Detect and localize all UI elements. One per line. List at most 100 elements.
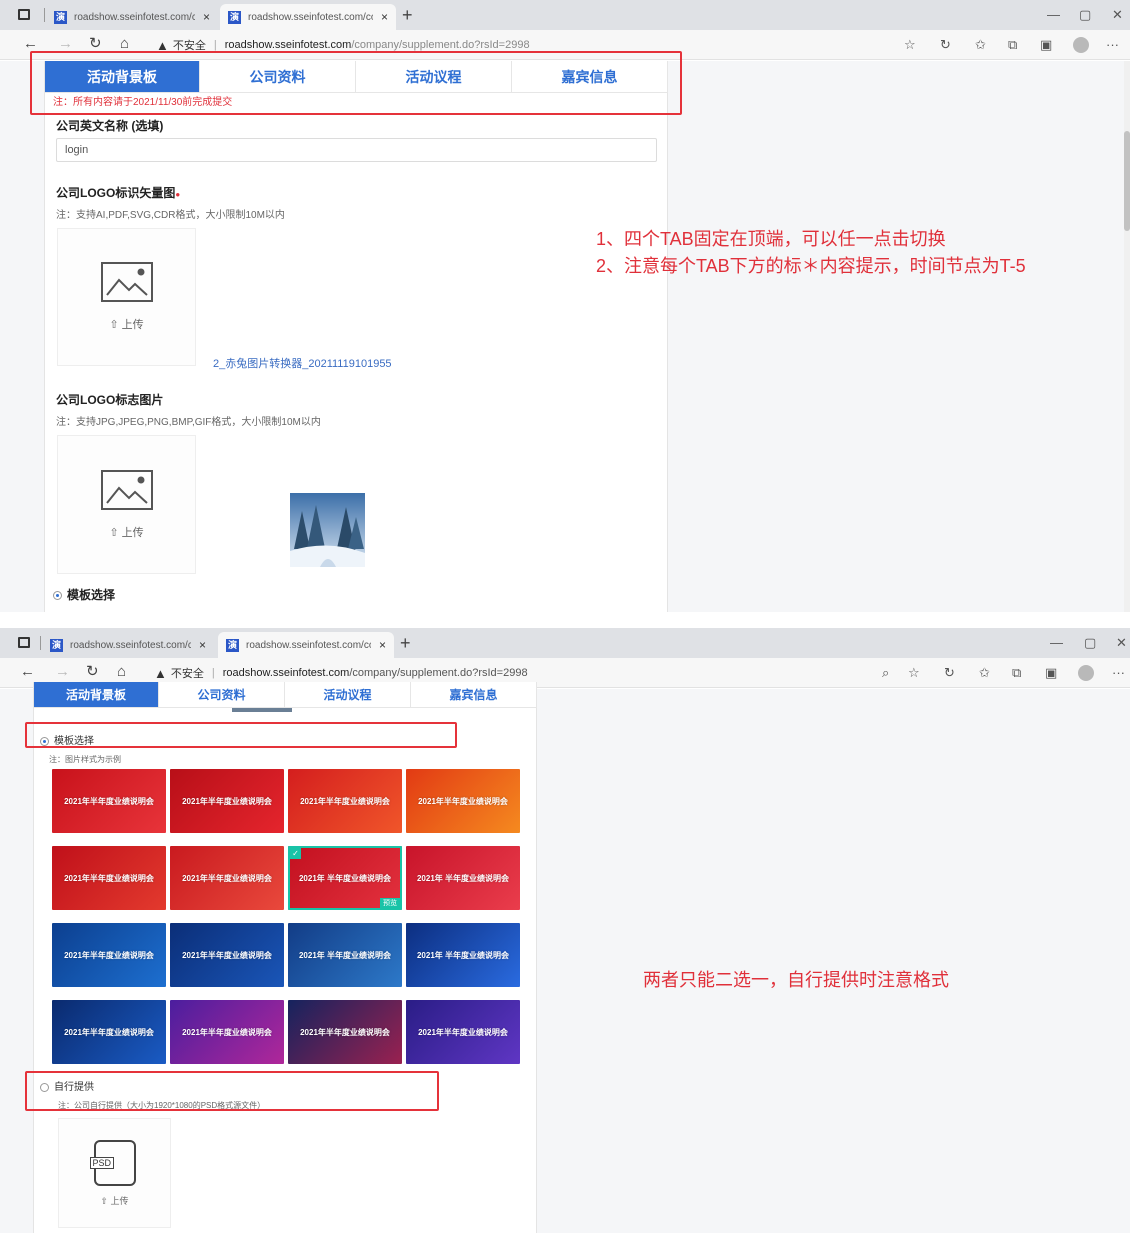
tab-event-agenda[interactable]: 活动议程 (285, 682, 411, 708)
browser-tab-active[interactable]: 演 roadshow.sseinfotest.com/comp × (220, 4, 396, 30)
site-favicon-icon: 演 (226, 638, 239, 652)
logo-vector-upload[interactable]: ⇧ 上传 (57, 228, 196, 366)
home-icon[interactable]: ⌂ (117, 664, 126, 680)
profile-icon[interactable] (1078, 665, 1094, 681)
add-favorite-icon[interactable]: ☆ (908, 665, 920, 681)
template-thumbnail[interactable]: 2021年半年度业绩说明会 (52, 846, 166, 910)
logo-vector-label: 公司LOGO标识矢量图● (56, 184, 180, 201)
home-icon[interactable]: ⌂ (120, 36, 129, 52)
image-placeholder-icon (100, 262, 153, 302)
template-thumbnail[interactable]: 2021年半年度业绩说明会 (288, 1000, 402, 1064)
browser-tab[interactable]: 演 roadshow.sseinfotest.com/comp × (42, 632, 214, 658)
more-icon[interactable]: ··· (1106, 37, 1119, 52)
template-thumbnail[interactable]: 2021年 半年度业绩说明会 (406, 846, 520, 910)
scrollbar-thumb[interactable] (1124, 131, 1130, 231)
template-thumbnail[interactable]: 2021年半年度业绩说明会 (170, 923, 284, 987)
address-field[interactable]: ▲ 不安全 | roadshow.sseinfotest.com/company… (154, 665, 528, 681)
minimize-icon[interactable]: — (1047, 7, 1060, 22)
psd-upload[interactable]: PSD ⇧ 上传 (58, 1118, 171, 1228)
template-title: 2021年半年度业绩说明会 (182, 873, 272, 883)
template-title: 2021年半年度业绩说明会 (64, 950, 154, 960)
tab-company-info[interactable]: 公司资料 (159, 682, 285, 708)
close-window-icon[interactable]: ✕ (1112, 7, 1123, 23)
english-name-input[interactable]: login (56, 138, 657, 162)
tab-guest-info[interactable]: 嘉宾信息 (411, 682, 537, 708)
share-icon[interactable]: ▣ (1045, 665, 1057, 681)
template-title: 2021年半年度业绩说明会 (64, 873, 154, 883)
upload-icon: ⇧ (100, 1195, 111, 1206)
template-title: 2021年半年度业绩说明会 (64, 1027, 154, 1037)
template-thumbnail[interactable]: 2021年半年度业绩说明会 (170, 1000, 284, 1064)
template-thumbnail[interactable]: 2021年半年度业绩说明会 (170, 769, 284, 833)
extensions-icon[interactable]: ↻ (944, 665, 955, 681)
template-title: 2021年半年度业绩说明会 (182, 796, 272, 806)
security-label: 不安全 (170, 668, 204, 680)
template-thumbnail[interactable]: 2021年半年度业绩说明会 (170, 846, 284, 910)
template-title: 2021年半年度业绩说明会 (300, 796, 390, 806)
close-tab-icon[interactable]: × (381, 10, 388, 24)
form-card: 活动背景板 公司资料 活动议程 嘉宾信息 模板选择 注：图片样式为示例 2021… (33, 682, 537, 1233)
refresh-icon[interactable]: ↻ (86, 664, 99, 680)
template-choice-row[interactable]: 模板选择 (53, 586, 115, 603)
upload-icon: ⇧ (109, 526, 122, 539)
url-path: /company/supplement.do?rsId=2998 (349, 667, 528, 679)
preview-badge[interactable]: 预览 (380, 898, 400, 908)
favorites-icon[interactable]: ✩ (975, 37, 986, 53)
add-favorite-icon[interactable]: ☆ (904, 37, 916, 53)
forward-icon[interactable]: → (55, 664, 70, 680)
minimize-icon[interactable]: — (1050, 635, 1063, 650)
annotation-line-1: 1、四个TAB固定在顶端，可以任一点击切换 (596, 229, 946, 249)
template-thumbnail[interactable]: 2021年半年度业绩说明会 (52, 769, 166, 833)
template-thumbnail[interactable]: 2021年 半年度业绩说明会 ✓ 预览 (288, 846, 402, 910)
browser-tab-bar: 演 roadshow.sseinfotest.com/comp × 演 road… (0, 0, 1130, 30)
template-thumbnail[interactable]: 2021年半年度业绩说明会 (52, 1000, 166, 1064)
refresh-icon[interactable]: ↻ (89, 36, 102, 52)
snow-forest-thumbnail[interactable] (290, 493, 365, 567)
extensions-icon[interactable]: ↻ (940, 37, 951, 53)
template-thumbnail[interactable]: 2021年半年度业绩说明会 (52, 923, 166, 987)
template-radio[interactable] (53, 591, 62, 601)
template-thumbnail[interactable]: 2021年半年度业绩说明会 (288, 769, 402, 833)
tab-background-board[interactable]: 活动背景板 (34, 682, 159, 708)
close-tab-icon[interactable]: × (199, 638, 206, 652)
tabs-highlight-box (30, 51, 682, 115)
tab-actions-icon[interactable] (18, 637, 30, 648)
upload-label: ⇧ 上传 (109, 526, 144, 539)
template-title: 2021年 半年度业绩说明会 (298, 950, 392, 960)
template-choice-highlight-box (25, 722, 457, 748)
template-title: 2021年 半年度业绩说明会 (416, 873, 510, 883)
browser-tab-active[interactable]: 演 roadshow.sseinfotest.com/comp × (218, 632, 394, 658)
collections-icon[interactable]: ⧉ (1008, 37, 1017, 53)
tab-actions-icon[interactable] (18, 9, 30, 20)
back-icon[interactable]: ← (20, 664, 35, 680)
url-host: roadshow.sseinfotest.com (224, 39, 352, 51)
divider (44, 8, 45, 22)
close-window-icon[interactable]: ✕ (1116, 635, 1127, 651)
forward-icon[interactable]: → (58, 36, 73, 52)
close-tab-icon[interactable]: × (379, 638, 386, 652)
share-icon[interactable]: ▣ (1040, 37, 1052, 53)
favorites-icon[interactable]: ✩ (979, 665, 990, 681)
back-icon[interactable]: ← (23, 36, 38, 52)
new-tab-icon[interactable]: + (400, 634, 411, 652)
screenshot-1: 演 roadshow.sseinfotest.com/comp × 演 road… (0, 0, 1130, 612)
scrollbar[interactable] (1124, 61, 1130, 612)
profile-icon[interactable] (1073, 37, 1089, 53)
maximize-icon[interactable]: ▢ (1084, 635, 1096, 651)
more-icon[interactable]: ··· (1112, 665, 1125, 680)
logo-image-label: 公司LOGO标志图片 (56, 393, 164, 407)
template-thumbnail[interactable]: 2021年半年度业绩说明会 (406, 1000, 520, 1064)
zoom-icon[interactable]: ⌕ (882, 665, 889, 681)
browser-tab[interactable]: 演 roadshow.sseinfotest.com/comp × (46, 4, 218, 30)
uploaded-file-link[interactable]: 2_赤兔图片转换器_20211119101955 (213, 355, 392, 371)
template-thumbnail[interactable]: 2021年半年度业绩说明会 (406, 769, 520, 833)
template-thumbnail[interactable]: 2021年 半年度业绩说明会 (288, 923, 402, 987)
browser-tab-title: roadshow.sseinfotest.com/comp (74, 11, 195, 23)
image-placeholder-icon (100, 469, 153, 510)
logo-image-upload[interactable]: ⇧ 上传 (57, 435, 196, 574)
template-thumbnail[interactable]: 2021年 半年度业绩说明会 (406, 923, 520, 987)
close-tab-icon[interactable]: × (203, 10, 210, 24)
collections-icon[interactable]: ⧉ (1012, 665, 1021, 681)
new-tab-icon[interactable]: + (402, 6, 413, 24)
maximize-icon[interactable]: ▢ (1079, 7, 1091, 23)
